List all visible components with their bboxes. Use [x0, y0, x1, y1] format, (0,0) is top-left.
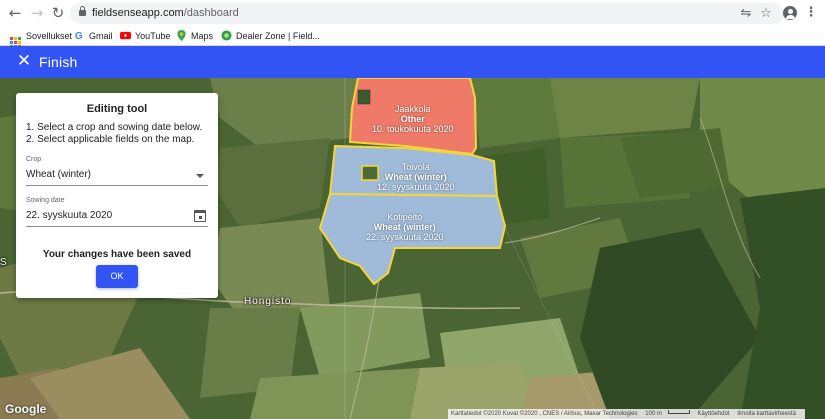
field-date: 22. syyskuuta 2020	[366, 232, 444, 242]
field-label-jaakkola: Jaakkola Other 10. toukokuuta 2020	[372, 104, 454, 134]
bookmark-youtube[interactable]: YouTube	[120, 28, 170, 44]
field-name: Toivola	[401, 162, 430, 172]
panel-title: Editing tool	[86, 103, 148, 115]
app-bar: ✕ Finish	[0, 46, 825, 78]
saved-message: Your changes have been saved	[42, 249, 192, 260]
field-label-toivola: Toivola Wheat (winter) 12. syyskuuta 202…	[377, 162, 455, 192]
field-date: 10. toukokuuta 2020	[372, 124, 454, 134]
instruction-1: 1. Select a crop and sowing date below.	[26, 122, 203, 133]
reload-icon[interactable]: ↻	[49, 4, 67, 22]
crop-select[interactable]: Wheat (winter)	[26, 169, 91, 180]
scale-bar	[667, 410, 690, 414]
sowing-date-label: Sowing date	[26, 197, 65, 204]
ok-button[interactable]: OK	[96, 265, 138, 288]
menu-kebab-icon[interactable]: ⋮	[803, 5, 819, 21]
youtube-icon	[120, 31, 131, 40]
bookmark-dealer-zone[interactable]: Dealer Zone | Field...	[221, 28, 320, 44]
google-icon: G	[75, 31, 83, 41]
forward-arrow-icon[interactable]: →	[28, 4, 46, 22]
bookmark-label: Maps	[191, 31, 214, 41]
field-name: Jaakkola	[395, 104, 431, 114]
finish-button[interactable]: Finish	[39, 54, 78, 70]
report-map-error-link[interactable]: Ilmoita karttavirheestä	[737, 411, 796, 417]
field-date: 12. syyskuuta 2020	[377, 182, 455, 192]
address-bar[interactable]: fieldsenseapp.com/dashboard ⇋ ☆	[70, 3, 784, 24]
bookmark-maps[interactable]: Maps	[176, 28, 213, 44]
back-arrow-icon[interactable]: ←	[6, 4, 24, 22]
sowing-date-input[interactable]: 22. syyskuuta 2020	[26, 210, 112, 221]
star-icon[interactable]: ☆	[758, 6, 774, 22]
sowing-date-underline	[26, 226, 208, 227]
bookmarks-bar: Sovellukset G Gmail YouTube Maps Dealer Z…	[0, 26, 825, 48]
place-label-hongisto: Hongisto	[244, 296, 292, 307]
map-attribution: Karttatiedot ©2020 Kuvat ©2020 , CNES / …	[448, 409, 805, 419]
field-crop: Wheat (winter)	[384, 172, 447, 182]
field-crop: Wheat (winter)	[373, 222, 436, 232]
field-name: Kotipelto	[387, 212, 423, 222]
terms-link[interactable]: Käyttöehdot	[698, 411, 730, 417]
field-label-kotipelto: Kotipelto Wheat (winter) 22. syyskuuta 2…	[366, 212, 444, 242]
calendar-icon[interactable]	[194, 210, 206, 222]
maps-pin-icon	[177, 30, 186, 41]
bookmark-gmail[interactable]: G Gmail	[74, 28, 113, 44]
svg-text:G: G	[75, 31, 83, 41]
browser-chrome: ← → ↻ fieldsenseapp.com/dashboard ⇋ ☆ ⋮ …	[0, 0, 825, 48]
browser-toolbar: ← → ↻ fieldsenseapp.com/dashboard ⇋ ☆ ⋮	[0, 0, 825, 26]
crop-underline	[26, 185, 208, 186]
google-logo: Google	[5, 402, 47, 416]
scale-label[interactable]: 100 m	[645, 411, 662, 417]
url-text: fieldsenseapp.com/dashboard	[92, 7, 239, 19]
editing-tool-panel: Editing tool 1. Select a crop and sowing…	[16, 93, 218, 298]
lock-icon	[79, 6, 86, 17]
bookmark-label: YouTube	[135, 31, 171, 41]
place-label-edge: S	[0, 257, 8, 268]
profile-avatar-icon[interactable]	[783, 6, 797, 20]
field-crop: Other	[400, 114, 425, 124]
dealer-zone-icon	[221, 30, 232, 41]
bookmark-apps[interactable]: Sovellukset	[10, 28, 73, 48]
bookmark-label: Sovellukset	[26, 31, 73, 41]
attribution-text: Karttatiedot ©2020 Kuvat ©2020 , CNES / …	[451, 411, 638, 417]
dropdown-caret-icon[interactable]	[196, 174, 204, 178]
close-icon[interactable]: ✕	[16, 53, 32, 70]
bookmark-label: Gmail	[89, 31, 113, 41]
crop-label: Crop	[26, 156, 42, 163]
bookmark-label: Dealer Zone | Field...	[236, 31, 320, 41]
translate-icon[interactable]: ⇋	[738, 6, 754, 22]
instruction-2: 2. Select applicable fields on the map.	[26, 134, 195, 145]
